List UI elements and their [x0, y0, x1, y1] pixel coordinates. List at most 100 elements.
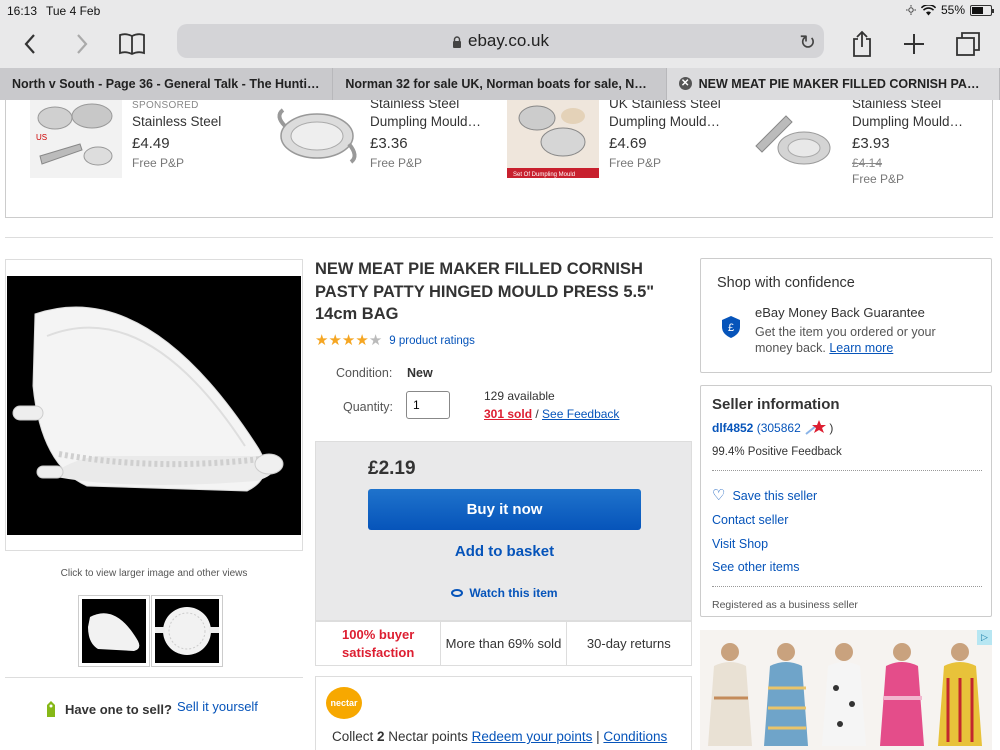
- seller-score-link[interactable]: (305862: [757, 421, 801, 435]
- forward-button[interactable]: [66, 28, 98, 60]
- condition-label: Condition:: [336, 366, 393, 380]
- dotted-divider: [712, 470, 982, 471]
- sold-count-link[interactable]: 301 sold: [484, 407, 532, 421]
- product-ratings-link[interactable]: 9 product ratings: [389, 335, 475, 347]
- buy-box: £2.19 Buy it now Add to basket Watch thi…: [315, 441, 692, 621]
- share-icon: [853, 30, 871, 57]
- nectar-pre: Collect: [332, 729, 378, 744]
- ebay-page: US SPONSORED Stainless Steel £4.49 Free …: [0, 100, 1000, 750]
- watch-item-label: Watch this item: [469, 586, 558, 600]
- wifi-icon: [920, 4, 936, 15]
- star-icon: ★: [315, 332, 329, 349]
- positive-feedback: 99.4% Positive Feedback: [712, 446, 842, 458]
- star-icon: ★: [341, 332, 356, 349]
- address-bar[interactable]: ebay.co.uk ↻: [177, 24, 824, 58]
- thumbnail-1[interactable]: [78, 595, 150, 667]
- advert-figure: [822, 643, 866, 746]
- advert-figure: [880, 643, 924, 746]
- adchoices-icon[interactable]: ▷: [977, 630, 992, 645]
- money-back-text: Get the item you ordered or your money b…: [755, 324, 975, 356]
- new-tab-button[interactable]: [898, 28, 930, 60]
- redeem-points-link[interactable]: Redeem your points: [472, 729, 593, 744]
- save-seller-label: Save this seller: [732, 489, 818, 503]
- svg-text:Set Of Dumpling Mould: Set Of Dumpling Mould: [513, 172, 575, 178]
- sold-separator: /: [532, 407, 543, 421]
- advert-banner[interactable]: ▷: [700, 630, 992, 750]
- product-thumbnail: [746, 100, 838, 178]
- see-other-items-link[interactable]: See other items: [712, 560, 800, 574]
- visit-shop-link[interactable]: Visit Shop: [712, 537, 768, 551]
- business-seller-note: Registered as a business seller: [712, 599, 858, 611]
- buyer-satisfaction-badge: 100% buyer satisfaction: [316, 622, 442, 665]
- back-button[interactable]: [14, 28, 46, 60]
- sell-it-yourself-link[interactable]: Sell it yourself: [177, 699, 258, 714]
- share-button[interactable]: [846, 28, 878, 60]
- rating-stars[interactable]: ★ ★ ★ ★ ★ 9 product ratings: [315, 333, 475, 349]
- see-feedback-link[interactable]: See Feedback: [542, 407, 619, 421]
- dotted-divider: [712, 586, 982, 587]
- learn-more-link[interactable]: Learn more: [829, 341, 893, 355]
- status-time: 16:13: [7, 4, 38, 18]
- battery-percent: 55%: [940, 3, 965, 17]
- sell-one-box: Have one to sell? Sell it yourself: [5, 677, 303, 750]
- main-image-frame[interactable]: [5, 259, 303, 551]
- sponsored-item[interactable]: US SPONSORED Stainless Steel £4.49 Free …: [6, 100, 246, 190]
- star-icon: ★: [328, 332, 342, 349]
- sponsored-item[interactable]: Set Of Dumpling Mould UK Stainless Steel…: [496, 100, 736, 190]
- nectar-logo: nectar: [326, 687, 362, 719]
- reload-icon[interactable]: ↻: [799, 30, 816, 55]
- url-text: ebay.co.uk: [468, 31, 549, 50]
- advert-figure: [708, 643, 752, 746]
- item-price: £2.19: [368, 458, 416, 479]
- seller-info-title: Seller information: [712, 396, 840, 413]
- seller-score-close: ): [826, 421, 834, 435]
- seller-username-link[interactable]: dlf4852: [712, 421, 753, 435]
- sponsored-item-postage: Free P&P: [370, 156, 423, 170]
- save-seller-link[interactable]: ♡ Save this seller: [712, 486, 817, 504]
- sponsored-item[interactable]: Stainless Steel Dumpling Mould… £3.93 £4…: [741, 100, 991, 190]
- item-title: NEW MEAT PIE MAKER FILLED CORNISH PASTY …: [315, 260, 655, 323]
- chevron-left-icon: [24, 34, 35, 54]
- image-hint: Click to view larger image and other vie…: [60, 568, 248, 579]
- tabs-button[interactable]: [952, 28, 984, 60]
- tab-ebay-item-label: NEW MEAT PIE MAKER FILLED CORNISH PASTY.…: [698, 77, 987, 91]
- main-product-image[interactable]: [7, 276, 301, 535]
- sponsored-item-title: Dumpling Mould…: [370, 114, 482, 129]
- sponsored-item-price: £4.69: [609, 135, 647, 152]
- sponsored-item[interactable]: Stainless Steel Dumpling Mould… £3.36 Fr…: [251, 100, 491, 190]
- book-icon: [119, 33, 145, 56]
- thumbnail-image: [155, 599, 219, 663]
- sponsored-item-title: Dumpling Mould…: [852, 114, 964, 129]
- svg-text:£: £: [728, 322, 734, 334]
- nectar-box: nectar Collect 2 Nectar points Redeem yo…: [315, 676, 692, 750]
- quantity-input[interactable]: [406, 391, 450, 419]
- battery-icon: [970, 4, 994, 16]
- status-date: Tue 4 Feb: [46, 4, 101, 18]
- status-bar: 16:13 Tue 4 Feb 55%: [0, 0, 1000, 20]
- shop-confidence-box: Shop with confidence £ eBay Money Back G…: [700, 258, 992, 373]
- bookmarks-button[interactable]: [116, 28, 148, 60]
- tab-ebay-item[interactable]: ✕ NEW MEAT PIE MAKER FILLED CORNISH PAST…: [666, 68, 1000, 100]
- conditions-link[interactable]: Conditions: [603, 729, 667, 744]
- sponsored-carousel: US SPONSORED Stainless Steel £4.49 Free …: [5, 100, 993, 218]
- quantity-label: Quantity:: [343, 400, 394, 414]
- eye-icon: [451, 589, 464, 597]
- thumbnail-2[interactable]: [151, 595, 223, 667]
- tab-bar: North v South - Page 36 - General Talk -…: [0, 68, 1000, 100]
- add-to-basket-button[interactable]: Add to basket: [368, 543, 641, 560]
- sponsored-item-price: £3.93: [852, 135, 890, 152]
- sold-line: 301 sold / See Feedback: [484, 407, 619, 421]
- tab-hunting-forum[interactable]: North v South - Page 36 - General Talk -…: [0, 68, 334, 100]
- watch-item-button[interactable]: Watch this item: [368, 586, 641, 600]
- chevron-right-icon: [77, 34, 88, 54]
- sponsored-item-postage: Free P&P: [852, 172, 905, 186]
- price-tag-icon: [47, 701, 55, 717]
- tab-norman-boats[interactable]: Norman 32 for sale UK, Norman boats for …: [333, 68, 667, 100]
- nectar-points: 2: [377, 729, 385, 744]
- shooting-star-icon: [805, 420, 827, 435]
- contact-seller-link[interactable]: Contact seller: [712, 513, 788, 527]
- close-tab-icon[interactable]: ✕: [678, 77, 692, 90]
- sponsored-item-price: £4.49: [132, 135, 170, 152]
- buy-it-now-button[interactable]: Buy it now: [368, 489, 641, 530]
- star-empty-icon: ★: [368, 332, 383, 349]
